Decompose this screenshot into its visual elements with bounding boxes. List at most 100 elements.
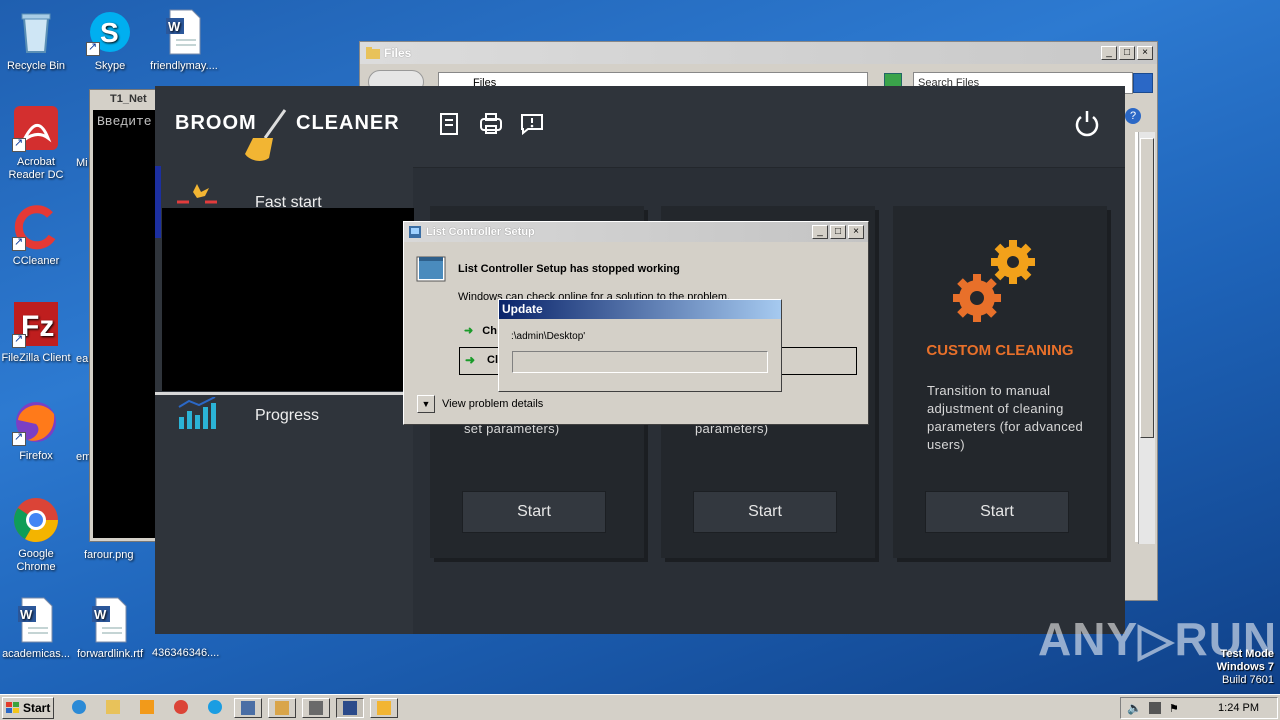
svg-text:W: W: [20, 607, 33, 622]
desktop-icon-firefox[interactable]: Firefox: [0, 398, 74, 463]
view-details-label[interactable]: View problem details: [442, 398, 543, 410]
svg-text:W: W: [168, 19, 181, 34]
chrome-icon: [12, 496, 60, 544]
card-custom-cleaning: CUSTOM CLEANING Transition to manual adj…: [893, 206, 1107, 558]
close-button[interactable]: ×: [848, 225, 864, 239]
desktop-icon-recycle-bin[interactable]: Recycle Bin: [0, 8, 74, 73]
desktop-icon-acrobat[interactable]: Acrobat Reader DC: [0, 104, 74, 182]
desktop-icon-friendlymay[interactable]: W friendlymay....: [146, 8, 222, 73]
desktop-icon-label: farour.png: [84, 549, 134, 561]
shortcut-arrow-icon: [12, 332, 26, 348]
word-doc-icon: W: [12, 596, 60, 644]
start-button[interactable]: Start: [2, 697, 54, 719]
shortcut-arrow-icon: [12, 136, 26, 152]
scroll-thumb[interactable]: [1140, 138, 1154, 438]
search-icon[interactable]: [1133, 73, 1153, 93]
desktop-icon-chrome[interactable]: Google Chrome: [0, 496, 74, 574]
option-label: Cl: [487, 354, 498, 366]
taskbar: Start 🔈 ⚑ 1:24 PM: [0, 694, 1280, 720]
update-dialog[interactable]: Update :\admin\Desktop': [498, 299, 782, 392]
taskbar-network[interactable]: [234, 698, 262, 718]
taskbar-setup[interactable]: [336, 698, 364, 718]
taskbar-edge[interactable]: [202, 698, 230, 718]
desktop-icon-label: Skype: [94, 60, 126, 72]
black-overlay-region: [162, 208, 414, 391]
setup-icon: [409, 226, 421, 238]
app-icon: [309, 701, 323, 715]
firefox-icon: [12, 398, 60, 446]
windows-flag-icon: [6, 702, 19, 713]
test-mode-notice: Test Mode Windows 7 Build 7601: [1217, 648, 1274, 687]
desktop-icon-academicas[interactable]: W academicas...: [0, 596, 74, 661]
word-doc-icon: W: [86, 596, 134, 644]
update-progress-bar: [512, 351, 768, 373]
chevron-down-icon[interactable]: ▼: [417, 395, 435, 413]
option-label: Ch: [482, 325, 497, 337]
feedback-icon[interactable]: [520, 112, 544, 136]
clock[interactable]: 1:24 PM: [1218, 702, 1259, 714]
crash-dialog-titlebar[interactable]: List Controller Setup: [404, 222, 868, 242]
setup-icon: [343, 701, 357, 715]
card-description: Transition to manual adjustment of clean…: [927, 383, 1084, 452]
desktop-icon-label: FileZilla Client: [1, 352, 71, 364]
start-button[interactable]: Start: [925, 491, 1069, 533]
start-button[interactable]: Start: [462, 491, 606, 533]
network-tray-icon[interactable]: [1149, 702, 1161, 714]
report-icon[interactable]: [437, 112, 461, 136]
desktop-icon-ccleaner[interactable]: CCleaner: [0, 203, 74, 268]
minimize-button[interactable]: _: [1101, 46, 1117, 60]
word-doc-icon: W: [160, 8, 208, 56]
desktop-icon-skype[interactable]: S Skype: [72, 8, 148, 73]
desktop-icon-label-partial: ea: [76, 353, 89, 365]
check-online-option[interactable]: ➜ Ch: [464, 324, 497, 337]
start-button[interactable]: Start: [693, 491, 837, 533]
shortcut-arrow-icon: [86, 40, 100, 56]
taskbar-broom[interactable]: [370, 698, 398, 718]
maximize-button[interactable]: □: [830, 225, 846, 239]
power-icon[interactable]: [1073, 109, 1101, 137]
desktop-icon-label: friendlymay....: [150, 60, 218, 72]
windows-version-line: Windows 7: [1216, 661, 1274, 673]
broom-header: [413, 86, 1125, 168]
shortcut-arrow-icon: [12, 430, 26, 446]
desktop-icon-forwardlink[interactable]: W forwardlink.rtf: [72, 596, 148, 661]
flag-tray-icon[interactable]: ⚑: [1169, 702, 1179, 715]
maximize-button[interactable]: □: [1119, 46, 1135, 60]
printer-icon[interactable]: [479, 112, 503, 136]
svg-text:W: W: [94, 607, 107, 622]
scrollbar[interactable]: [1138, 132, 1155, 544]
volume-icon[interactable]: 🔈: [1127, 701, 1142, 715]
desktop-icon-label: CCleaner: [12, 255, 60, 267]
desktop-icon-label: Recycle Bin: [6, 60, 66, 72]
taskbar-ie[interactable]: [66, 698, 94, 718]
taskbar-explorer[interactable]: [100, 698, 128, 718]
taskbar-control-panel[interactable]: [268, 698, 296, 718]
start-label: Start: [23, 701, 51, 715]
network-icon: [241, 701, 255, 715]
brand-cleaner: CLEANER: [296, 112, 400, 134]
help-icon[interactable]: ?: [1125, 108, 1141, 124]
skype-icon: S: [86, 8, 134, 56]
explorer-icon: [106, 700, 120, 714]
crash-dialog-title: List Controller Setup: [426, 226, 535, 238]
taskbar-media-player[interactable]: [134, 698, 162, 718]
files-titlebar[interactable]: Files: [360, 42, 1157, 64]
gears-icon: [953, 240, 1035, 322]
card-title: CUSTOM CLEANING: [926, 342, 1074, 359]
sidebar-item-label: Progress: [255, 407, 320, 424]
minimize-button[interactable]: _: [812, 225, 828, 239]
shortcut-arrow-icon: [12, 235, 26, 251]
folder-icon: [366, 47, 380, 59]
ccleaner-icon: [12, 203, 60, 251]
desktop-icon-filezilla[interactable]: Fz FileZilla Client: [0, 300, 74, 365]
progress-chart-icon: [178, 397, 216, 429]
sidebar-item-progress[interactable]: Progress: [155, 392, 413, 434]
taskbar-app[interactable]: [302, 698, 330, 718]
desktop-icon-label: academicas...: [2, 648, 70, 660]
system-tray: 🔈 ⚑ 1:24 PM: [1120, 697, 1278, 719]
close-button[interactable]: ×: [1137, 46, 1153, 60]
control-panel-icon: [275, 701, 289, 715]
taskbar-chrome[interactable]: [168, 698, 196, 718]
green-arrow-icon: ➜: [464, 325, 474, 337]
desktop-icon-label-partial: Mi: [76, 157, 88, 169]
